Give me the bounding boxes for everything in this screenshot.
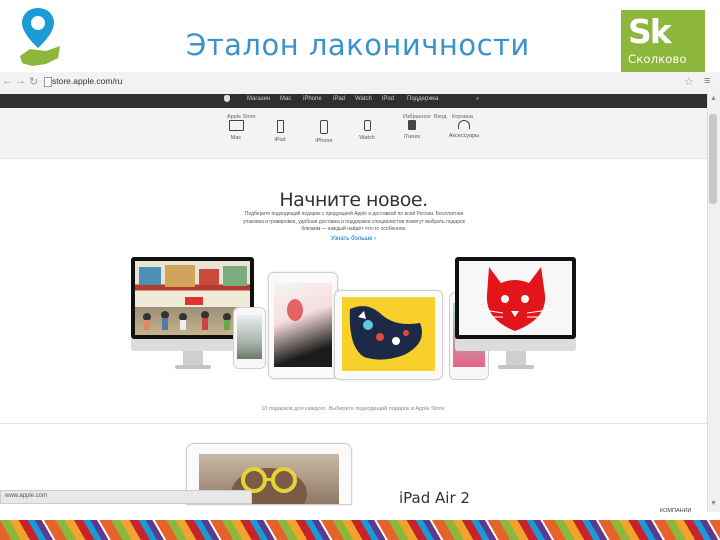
scroll-up-icon[interactable]: ▲ xyxy=(710,95,717,102)
nav-item-ipod[interactable]: iPod xyxy=(382,96,394,102)
back-icon[interactable]: ← xyxy=(2,75,13,87)
url-text[interactable]: store.apple.com/ru xyxy=(52,76,122,86)
ipad-mini-image[interactable] xyxy=(268,272,338,379)
status-bar: www.apple.com xyxy=(0,490,252,504)
nav-item-ipad[interactable]: iPad xyxy=(333,96,345,102)
category-itunes[interactable]: iTunes xyxy=(382,120,442,140)
hero-title: Начните новое. xyxy=(279,189,428,211)
address-bar[interactable]: ← → ↻ store.apple.com/ru ☆ ≡ xyxy=(0,72,720,95)
nav-item-mac[interactable]: Mac xyxy=(280,96,291,102)
hero-text: Подберите подходящий подарок с продукцие… xyxy=(243,211,465,233)
footer-label: КОМПАНИИ xyxy=(660,508,692,514)
hero-more-link[interactable]: Узнать больше › xyxy=(0,236,707,242)
iphone-icon xyxy=(320,120,328,134)
skolkovo-logo: Sk Сколково xyxy=(621,10,705,72)
store-subheader: Apple Store Избранное Вход Корзина Mac i… xyxy=(0,108,707,159)
menu-icon[interactable]: ≡ xyxy=(704,75,710,87)
nav-item-store[interactable]: Магазин xyxy=(247,96,270,102)
reload-icon[interactable]: ↻ xyxy=(29,75,38,88)
decorative-stripe xyxy=(0,520,720,540)
forward-icon[interactable]: → xyxy=(15,75,26,87)
status-url: www.apple.com xyxy=(5,493,48,499)
skolkovo-name: Сколково xyxy=(628,52,687,66)
scroll-down-icon[interactable]: ▼ xyxy=(710,500,717,507)
section-divider xyxy=(0,423,707,424)
category-label: iTunes xyxy=(403,134,421,140)
gift-footnote: 10 подарков для каждого. Выберите подход… xyxy=(261,406,446,412)
itunes-card-icon xyxy=(408,120,416,130)
browser-window: ← → ↻ store.apple.com/ru ☆ ≡ Магазин Mac… xyxy=(0,72,720,521)
mac-icon xyxy=(228,120,244,131)
watch-icon xyxy=(363,120,371,131)
page-icon xyxy=(44,77,52,87)
category-label: Аксессуары xyxy=(448,133,480,139)
ipod-icon xyxy=(276,120,284,133)
skolkovo-mark: Sk xyxy=(628,12,672,51)
imac-right-image[interactable] xyxy=(455,257,576,377)
scrollbar-thumb[interactable] xyxy=(709,114,717,204)
iphone-small-image[interactable] xyxy=(233,307,266,369)
map-pin-logo xyxy=(16,6,64,72)
ipad-air-image[interactable] xyxy=(334,290,443,380)
nav-item-iphone[interactable]: iPhone xyxy=(303,96,322,102)
nav-item-watch[interactable]: Watch xyxy=(355,96,372,102)
category-accessories[interactable]: Аксессуары xyxy=(434,120,494,139)
headphones-icon xyxy=(458,120,470,129)
bookmark-star-icon[interactable]: ☆ xyxy=(684,75,694,88)
search-icon[interactable]: ⌕ xyxy=(476,96,479,103)
nav-item-support[interactable]: Поддержка xyxy=(407,96,438,102)
apple-global-nav: Магазин Mac iPhone iPad Watch iPod Подде… xyxy=(0,94,707,108)
slide-title: Эталон лаконичности xyxy=(186,28,530,62)
apple-logo-icon[interactable] xyxy=(224,95,230,102)
ipad-air-2-title: iPad Air 2 xyxy=(399,489,470,507)
